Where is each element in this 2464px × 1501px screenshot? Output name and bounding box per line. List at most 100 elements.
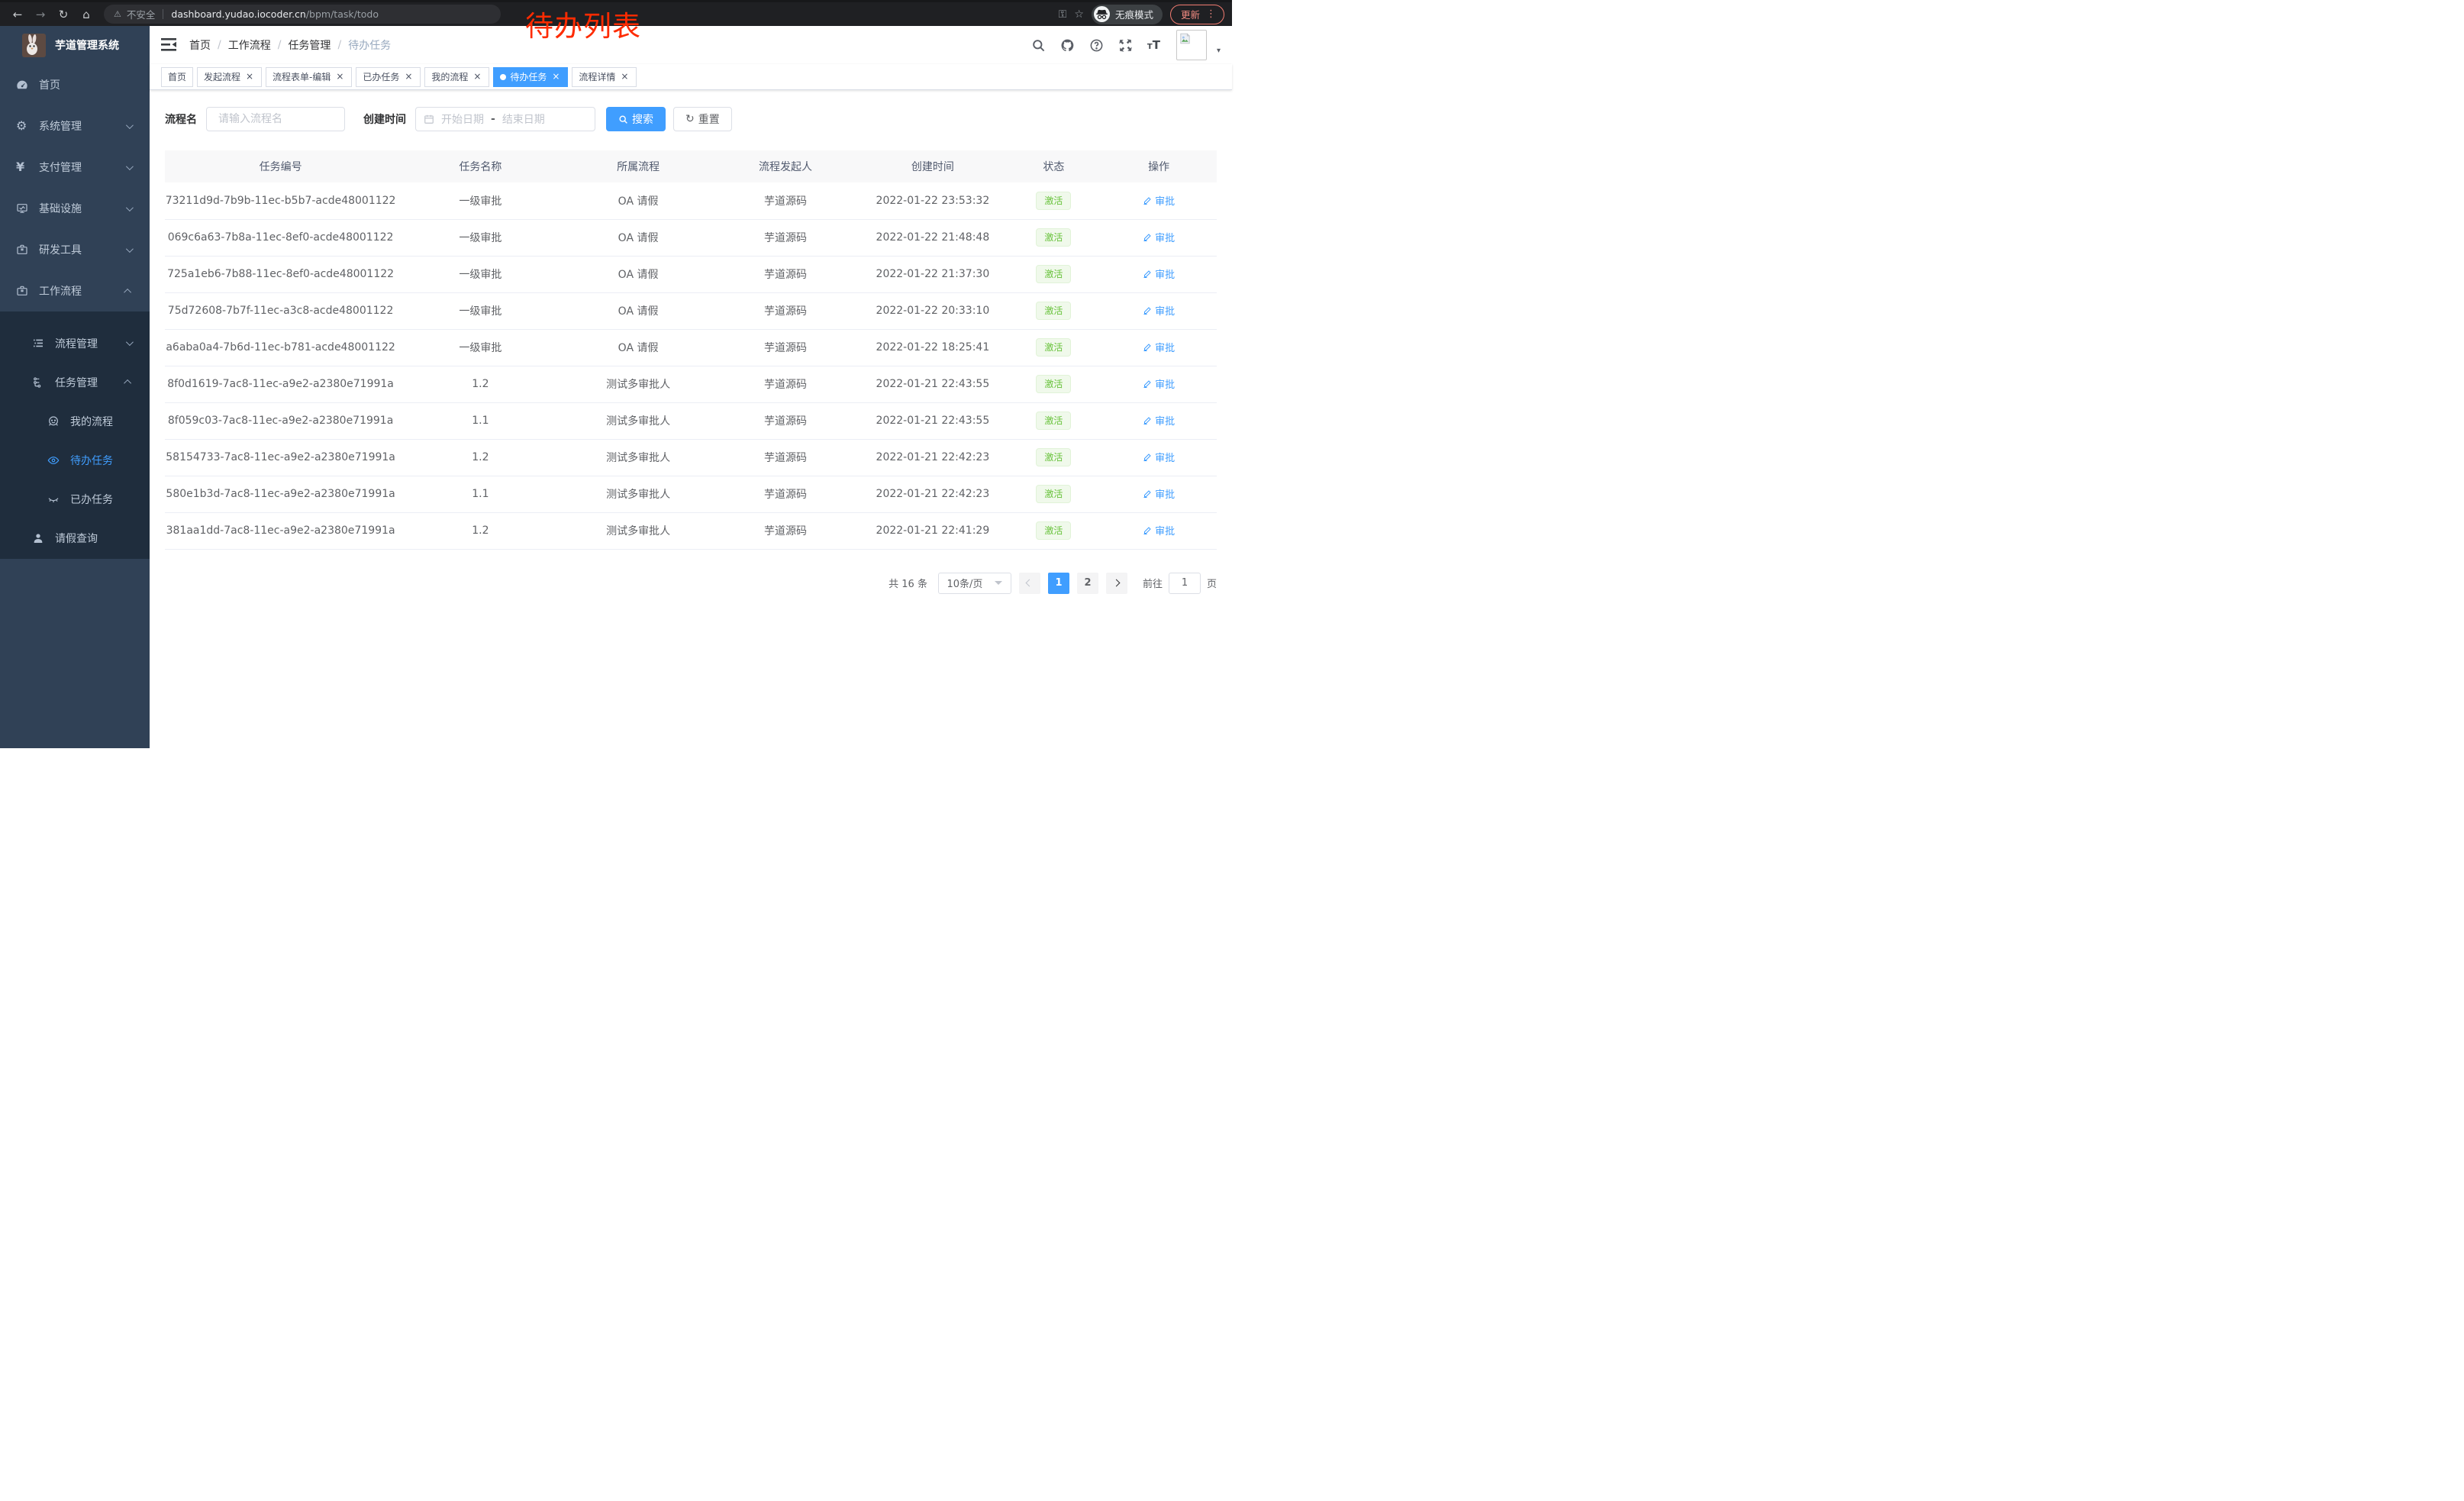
reset-button[interactable]: ↻ 重置 <box>673 107 732 131</box>
status-badge: 激活 <box>1036 521 1071 540</box>
approve-link[interactable]: 审批 <box>1143 376 1175 391</box>
page-size-select[interactable]: 10条/页 <box>938 573 1011 594</box>
tab-process-form-edit[interactable]: 流程表单-编辑× <box>266 67 352 87</box>
cell-task-name: 1.1 <box>396 402 564 439</box>
edit-pencil-icon <box>1143 306 1152 315</box>
sidebar-item-devtools[interactable]: 研发工具 <box>0 229 150 270</box>
approve-link[interactable]: 审批 <box>1143 340 1175 354</box>
sidebar-item-task-management[interactable]: 任务管理 <box>0 363 150 402</box>
address-bar[interactable]: ⚠ 不安全 dashboard.yudao.iocoder.cn/bpm/tas… <box>104 5 501 24</box>
approve-link[interactable]: 审批 <box>1143 266 1175 281</box>
dashboard-icon <box>16 79 28 91</box>
page-button-2[interactable]: 2 <box>1077 573 1098 594</box>
chevron-down-icon <box>126 245 134 253</box>
approve-link[interactable]: 审批 <box>1143 193 1175 208</box>
cell-process: 测试多审批人 <box>565 512 712 549</box>
tab-start-process[interactable]: 发起流程× <box>197 67 262 87</box>
cell-status: 激活 <box>1006 439 1101 476</box>
cell-process: OA 请假 <box>565 329 712 366</box>
breadcrumb: 首页 / 工作流程 / 任务管理 / 待办任务 <box>189 37 391 53</box>
prev-page-button[interactable] <box>1019 573 1040 594</box>
cell-task-name: 一级审批 <box>396 182 564 219</box>
edit-pencil-icon <box>1143 526 1152 535</box>
task-table: 任务编号 任务名称 所属流程 流程发起人 创建时间 状态 操作 73211d9d… <box>165 150 1217 550</box>
approve-link[interactable]: 审批 <box>1143 413 1175 428</box>
date-range-picker[interactable]: 开始日期 - 结束日期 <box>415 107 595 131</box>
approve-link[interactable]: 审批 <box>1143 450 1175 464</box>
sidebar-item-todo-tasks[interactable]: 待办任务 <box>0 441 150 479</box>
search-icon[interactable] <box>1031 38 1046 53</box>
approve-link[interactable]: 审批 <box>1143 230 1175 244</box>
sidebar-toggle-icon[interactable] <box>161 38 176 52</box>
briefcase-icon <box>16 285 28 297</box>
search-icon <box>618 115 628 124</box>
close-icon[interactable]: × <box>550 72 561 82</box>
goto-label: 前往 <box>1143 576 1163 590</box>
sidebar-item-done-tasks[interactable]: 已办任务 <box>0 479 150 518</box>
breadcrumb-home[interactable]: 首页 <box>189 37 211 53</box>
browser-menu-icon[interactable]: ⋮ <box>1206 8 1216 20</box>
tab-todo-tasks[interactable]: 待办任务× <box>493 67 568 87</box>
sidebar-logo[interactable]: 芋道管理系统 <box>0 26 150 64</box>
user-avatar[interactable] <box>1176 30 1207 60</box>
chevron-right-icon <box>1113 579 1121 587</box>
fullscreen-icon[interactable] <box>1118 38 1133 53</box>
incognito-badge: 无痕模式 <box>1092 5 1163 24</box>
update-label[interactable]: 更新 <box>1181 7 1200 21</box>
font-size-icon[interactable]: TT <box>1147 38 1160 52</box>
breadcrumb-task-management[interactable]: 任务管理 <box>288 37 331 53</box>
cell-process: 测试多审批人 <box>565 439 712 476</box>
close-icon[interactable]: × <box>403 72 414 82</box>
tab-home[interactable]: 首页 <box>161 67 193 87</box>
cell-action: 审批 <box>1101 402 1217 439</box>
approve-link[interactable]: 审批 <box>1143 303 1175 318</box>
sidebar-item-system[interactable]: ⚙ 系统管理 <box>0 105 150 147</box>
approve-link[interactable]: 审批 <box>1143 486 1175 501</box>
sidebar-item-workflow[interactable]: 工作流程 <box>0 270 150 311</box>
close-icon[interactable]: × <box>472 72 482 82</box>
browser-update-button[interactable]: 更新 ⋮ <box>1170 5 1224 24</box>
col-created: 创建时间 <box>859 150 1006 182</box>
sidebar-item-payment[interactable]: ¥ 支付管理 <box>0 147 150 188</box>
sidebar-item-my-process[interactable]: 我的流程 <box>0 402 150 441</box>
cell-status: 激活 <box>1006 329 1101 366</box>
bookmark-star-icon[interactable]: ☆ <box>1074 8 1084 21</box>
close-icon[interactable]: × <box>244 72 255 82</box>
process-name-input[interactable] <box>206 107 345 131</box>
cell-task-name: 1.2 <box>396 366 564 402</box>
eye-icon <box>47 454 60 466</box>
browser-back-icon[interactable]: ← <box>8 5 27 24</box>
tab-my-process[interactable]: 我的流程× <box>424 67 489 87</box>
browser-reload-icon[interactable]: ↻ <box>53 5 73 24</box>
browser-home-icon[interactable]: ⌂ <box>76 5 96 24</box>
sidebar-item-process-management[interactable]: 流程管理 <box>0 324 150 363</box>
edit-pencil-icon <box>1143 453 1152 462</box>
avatar-dropdown-caret-icon[interactable]: ▾ <box>1217 47 1221 55</box>
security-warning-icon: ⚠ <box>114 9 121 19</box>
chevron-down-icon <box>126 163 134 170</box>
tab-done-tasks[interactable]: 已办任务× <box>356 67 421 87</box>
status-badge: 激活 <box>1036 302 1071 320</box>
sidebar-item-home[interactable]: 首页 <box>0 64 150 105</box>
help-icon[interactable] <box>1089 38 1104 53</box>
browser-forward-icon[interactable]: → <box>31 5 50 24</box>
github-icon[interactable] <box>1060 38 1075 53</box>
col-starter: 流程发起人 <box>712 150 859 182</box>
close-icon[interactable]: × <box>334 72 345 82</box>
start-date-placeholder[interactable]: 开始日期 <box>441 111 484 127</box>
cell-starter: 芋道源码 <box>712 329 859 366</box>
search-button[interactable]: 搜索 <box>606 107 666 131</box>
breadcrumb-workflow[interactable]: 工作流程 <box>228 37 271 53</box>
approve-link[interactable]: 审批 <box>1143 523 1175 537</box>
sidebar-item-infrastructure[interactable]: 基础设施 <box>0 188 150 229</box>
password-key-icon[interactable]: ⚿ <box>1059 8 1067 21</box>
next-page-button[interactable] <box>1106 573 1127 594</box>
security-label[interactable]: 不安全 <box>127 7 156 21</box>
page-button-1[interactable]: 1 <box>1048 573 1069 594</box>
sidebar-item-leave-query[interactable]: 请假查询 <box>0 518 150 557</box>
cell-created: 2022-01-22 21:37:30 <box>859 256 1006 292</box>
close-icon[interactable]: × <box>619 72 630 82</box>
end-date-placeholder[interactable]: 结束日期 <box>502 111 545 127</box>
tab-process-detail[interactable]: 流程详情× <box>572 67 637 87</box>
goto-page-input[interactable] <box>1169 573 1201 594</box>
